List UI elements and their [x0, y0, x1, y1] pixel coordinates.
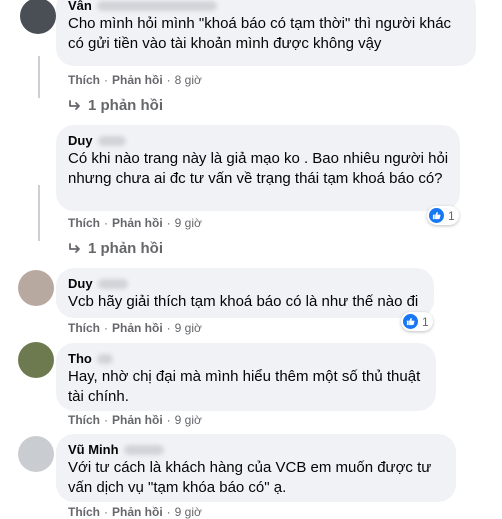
- like-link[interactable]: Thích: [68, 73, 100, 87]
- comment-text: Có khi nào trang này là giả mạo ko . Bao…: [68, 150, 449, 187]
- avatar[interactable]: [18, 270, 54, 306]
- avatar[interactable]: [20, 0, 56, 34]
- comment-timestamp[interactable]: 9 giờ: [175, 216, 202, 230]
- comment-actions: Thích · Phản hồi · 8 giờ: [68, 73, 202, 87]
- reply-link[interactable]: Phản hồi: [112, 321, 163, 335]
- comment-actions: Thích · Phản hồi · 9 giờ: [68, 216, 202, 230]
- comment-actions: Thích · Phản hồi · 9 giờ: [68, 321, 202, 335]
- comment-timestamp[interactable]: 8 giờ: [175, 73, 202, 87]
- comment-bubble: Duy Có khi nào trang này là giả mạo ko .…: [56, 125, 460, 211]
- comment-text: Cho mình hỏi mình "khoá báo có tạm thời"…: [68, 15, 452, 52]
- reaction-badge[interactable]: 1: [401, 312, 433, 331]
- comment-author[interactable]: Duy: [68, 275, 422, 292]
- like-link[interactable]: Thích: [68, 216, 100, 230]
- comment-actions: Thích · Phản hồi · 9 giờ: [68, 413, 202, 427]
- thread-line: [38, 185, 40, 241]
- comment-bubble: Tho Hay, nhờ chị đại mà mình hiểu thêm m…: [56, 343, 436, 411]
- thread-line: [38, 56, 40, 98]
- like-link[interactable]: Thích: [68, 413, 100, 427]
- comment-author[interactable]: Duy: [68, 132, 448, 149]
- reaction-count: 1: [422, 314, 429, 329]
- reply-link[interactable]: Phản hồi: [112, 216, 163, 230]
- comment-author[interactable]: Vũ Minh: [68, 441, 444, 458]
- comment-author[interactable]: Vân: [68, 0, 464, 14]
- reply-arrow-icon: [69, 242, 80, 253]
- like-link[interactable]: Thích: [68, 321, 100, 335]
- avatar[interactable]: [18, 342, 54, 378]
- reply-arrow-icon: [69, 99, 80, 110]
- view-replies-button[interactable]: 1 phản hồi: [68, 240, 163, 257]
- reply-link[interactable]: Phản hồi: [112, 73, 163, 87]
- comment-timestamp[interactable]: 9 giờ: [175, 413, 202, 427]
- avatar[interactable]: [18, 436, 54, 472]
- reaction-badge[interactable]: 1: [427, 206, 459, 225]
- comment-bubble: Vũ Minh Với tư cách là khách hàng của VC…: [56, 434, 456, 502]
- comment-bubble: Duy Vcb hãy giải thích tạm khoá báo có l…: [56, 268, 434, 318]
- view-replies-button[interactable]: 1 phản hồi: [68, 97, 163, 114]
- comment-author[interactable]: Tho: [68, 350, 424, 367]
- like-icon: [403, 314, 418, 329]
- comment-text: Với tư cách là khách hàng của VCB em muố…: [68, 459, 432, 496]
- comment-text: Hay, nhờ chị đại mà mình hiểu thêm một s…: [68, 368, 421, 405]
- replies-count: 1 phản hồi: [88, 97, 163, 114]
- avatar[interactable]: [20, 133, 56, 169]
- replies-count: 1 phản hồi: [88, 240, 163, 257]
- reaction-count: 1: [448, 208, 455, 223]
- comment-text: Vcb hãy giải thích tạm khoá báo có là nh…: [68, 293, 419, 310]
- reply-link[interactable]: Phản hồi: [112, 413, 163, 427]
- like-icon: [429, 208, 444, 223]
- comment-bubble: Vân Cho mình hỏi mình "khoá báo có tạm t…: [56, 0, 476, 66]
- comment-timestamp[interactable]: 9 giờ: [175, 321, 202, 335]
